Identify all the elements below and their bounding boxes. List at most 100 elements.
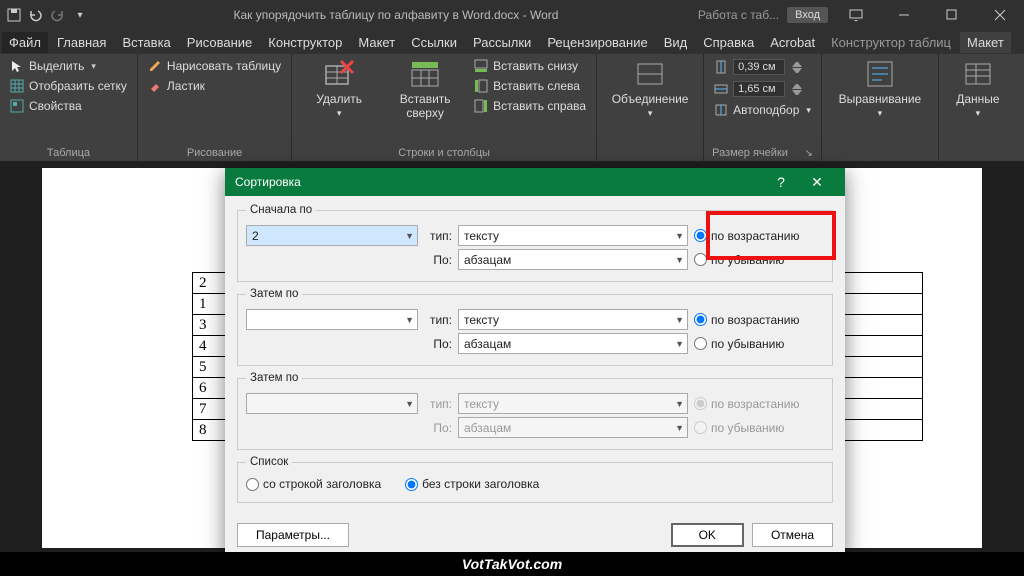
maximize-icon[interactable] bbox=[932, 1, 972, 29]
data-label: Данные bbox=[956, 92, 999, 106]
sortby-legend: Сначала по bbox=[246, 204, 316, 216]
alignment-label: Выравнивание bbox=[839, 92, 922, 106]
sortby-using-value: абзацам bbox=[464, 253, 511, 267]
tab-table-layout[interactable]: Макет bbox=[960, 32, 1011, 53]
autofit-button[interactable]: Автоподбор▾ bbox=[712, 102, 813, 118]
cancel-button[interactable]: Отмена bbox=[752, 523, 833, 547]
alignment-icon bbox=[864, 58, 896, 90]
thenby2-desc-radio: по убыванию bbox=[694, 421, 784, 435]
col-width[interactable]: 1,65 см bbox=[712, 80, 813, 98]
autofit-icon bbox=[714, 103, 728, 117]
autofit-label: Автоподбор bbox=[733, 103, 799, 117]
tab-draw[interactable]: Рисование bbox=[180, 32, 259, 53]
insert-below-button[interactable]: Вставить снизу bbox=[472, 58, 588, 74]
tab-insert[interactable]: Вставка bbox=[115, 32, 177, 53]
insert-below-icon bbox=[474, 59, 488, 73]
save-icon[interactable] bbox=[6, 7, 22, 23]
using-label-2: По: bbox=[424, 337, 452, 351]
alignment-button[interactable]: Выравнивание▾ bbox=[830, 58, 930, 119]
insert-above-icon bbox=[409, 58, 441, 90]
thenby2-type-combo: тексту▼ bbox=[458, 393, 688, 414]
thenby2-asc-radio: по возрастанию bbox=[694, 397, 800, 411]
thenby1-using-combo[interactable]: абзацам▼ bbox=[458, 333, 688, 354]
eraser-button[interactable]: Ластик bbox=[146, 78, 283, 94]
asc-label-3: по возрастанию bbox=[711, 397, 800, 411]
group-cell-size: 0,39 см 1,65 см Автоподбор▾ Размер ячейк… bbox=[704, 54, 822, 161]
delete-button[interactable]: Удалить▾ bbox=[300, 58, 378, 119]
tab-view[interactable]: Вид bbox=[657, 32, 695, 53]
thenby1-column-combo[interactable]: ▼ bbox=[246, 309, 418, 330]
sortby-using-combo[interactable]: абзацам▼ bbox=[458, 249, 688, 270]
tab-acrobat[interactable]: Acrobat bbox=[763, 32, 822, 53]
tell-me[interactable]: Помощн bbox=[1015, 35, 1024, 50]
draw-table-button[interactable]: Нарисовать таблицу bbox=[146, 58, 283, 74]
sortby-column-combo[interactable]: 2▼ bbox=[246, 225, 418, 246]
sortby-type-combo[interactable]: тексту▼ bbox=[458, 225, 688, 246]
watermark: VotTakVot.com bbox=[0, 552, 1024, 576]
insert-above-button[interactable]: Вставить сверху bbox=[386, 58, 464, 120]
height-value[interactable]: 0,39 см bbox=[733, 59, 785, 75]
sign-in-button[interactable]: Вход bbox=[787, 7, 828, 23]
insert-left-button[interactable]: Вставить слева bbox=[472, 78, 588, 94]
tab-review[interactable]: Рецензирование bbox=[540, 32, 654, 53]
help-icon[interactable]: ? bbox=[763, 168, 799, 196]
gridlines-button[interactable]: Отобразить сетку bbox=[8, 78, 129, 94]
thenby-group-1: Затем по ▼ тип: тексту▼ по возрастанию П… bbox=[237, 288, 833, 366]
tab-help[interactable]: Справка bbox=[696, 32, 761, 53]
dialog-titlebar[interactable]: Сортировка ? ✕ bbox=[225, 168, 845, 196]
group-data: Данные▾ bbox=[939, 54, 1017, 161]
sortby-column-value: 2 bbox=[252, 229, 259, 243]
thenby1-type-combo[interactable]: тексту▼ bbox=[458, 309, 688, 330]
document-title: Как упорядочить таблицу по алфавиту в Wo… bbox=[94, 8, 698, 22]
type-label-3: тип: bbox=[424, 397, 452, 411]
data-button[interactable]: Данные▾ bbox=[947, 58, 1009, 119]
qat-dropdown-icon[interactable]: ▾ bbox=[72, 7, 88, 23]
dialog-launcher-icon[interactable]: ↘ bbox=[805, 148, 813, 159]
tab-layout[interactable]: Макет bbox=[351, 32, 402, 53]
pencil-icon bbox=[148, 59, 162, 73]
no-header-radio[interactable]: без строки заголовка bbox=[405, 477, 539, 491]
tab-mailings[interactable]: Рассылки bbox=[466, 32, 538, 53]
desc-label-3: по убыванию bbox=[711, 421, 784, 435]
sort-dialog: Сортировка ? ✕ Сначала по 2▼ тип: тексту… bbox=[225, 168, 845, 559]
properties-button[interactable]: Свойства bbox=[8, 98, 129, 114]
thenby1-asc-radio[interactable]: по возрастанию bbox=[694, 313, 800, 327]
tab-table-design[interactable]: Конструктор таблиц bbox=[824, 32, 958, 53]
undo-icon[interactable] bbox=[28, 7, 44, 23]
with-header-radio[interactable]: со строкой заголовка bbox=[246, 477, 381, 491]
width-value[interactable]: 1,65 см bbox=[733, 81, 785, 97]
merge-button[interactable]: Объединение▾ bbox=[605, 58, 695, 119]
no-header-label: без строки заголовка bbox=[422, 477, 539, 491]
height-icon bbox=[714, 60, 728, 74]
using-label-3: По: bbox=[424, 421, 452, 435]
with-header-label: со строкой заголовка bbox=[263, 477, 381, 491]
list-group: Список со строкой заголовка без строки з… bbox=[237, 456, 833, 503]
tab-design[interactable]: Конструктор bbox=[261, 32, 349, 53]
minimize-icon[interactable] bbox=[884, 1, 924, 29]
group-align-label bbox=[830, 155, 930, 159]
type-label-2: тип: bbox=[424, 313, 452, 327]
options-button[interactable]: Параметры... bbox=[237, 523, 349, 547]
insert-right-button[interactable]: Вставить справа bbox=[472, 98, 588, 114]
asc-label-1: по возрастанию bbox=[711, 229, 800, 243]
select-button[interactable]: Выделить▾ bbox=[8, 58, 129, 74]
delete-label: Удалить bbox=[316, 92, 362, 106]
sortby-asc-radio[interactable]: по возрастанию bbox=[694, 229, 800, 243]
tab-file[interactable]: Файл bbox=[2, 32, 48, 53]
type-label-1: тип: bbox=[424, 229, 452, 243]
tab-home[interactable]: Главная bbox=[50, 32, 113, 53]
thenby-group-2: Затем по ▼ тип: тексту▼ по возрастанию П… bbox=[237, 372, 833, 450]
row-height[interactable]: 0,39 см bbox=[712, 58, 813, 76]
group-table-label: Таблица bbox=[8, 143, 129, 159]
ribbon-options-icon[interactable] bbox=[836, 1, 876, 29]
close-icon[interactable] bbox=[980, 1, 1020, 29]
group-rowscols-label: Строки и столбцы bbox=[300, 143, 588, 159]
tab-references[interactable]: Ссылки bbox=[404, 32, 464, 53]
thenby1-desc-radio[interactable]: по убыванию bbox=[694, 337, 784, 351]
insert-below-label: Вставить снизу bbox=[493, 59, 578, 73]
sortby-desc-radio[interactable]: по убыванию bbox=[694, 253, 784, 267]
close-dialog-icon[interactable]: ✕ bbox=[799, 168, 835, 196]
redo-icon[interactable] bbox=[50, 7, 66, 23]
draw-table-label: Нарисовать таблицу bbox=[167, 59, 281, 73]
ok-button[interactable]: OK bbox=[671, 523, 744, 547]
